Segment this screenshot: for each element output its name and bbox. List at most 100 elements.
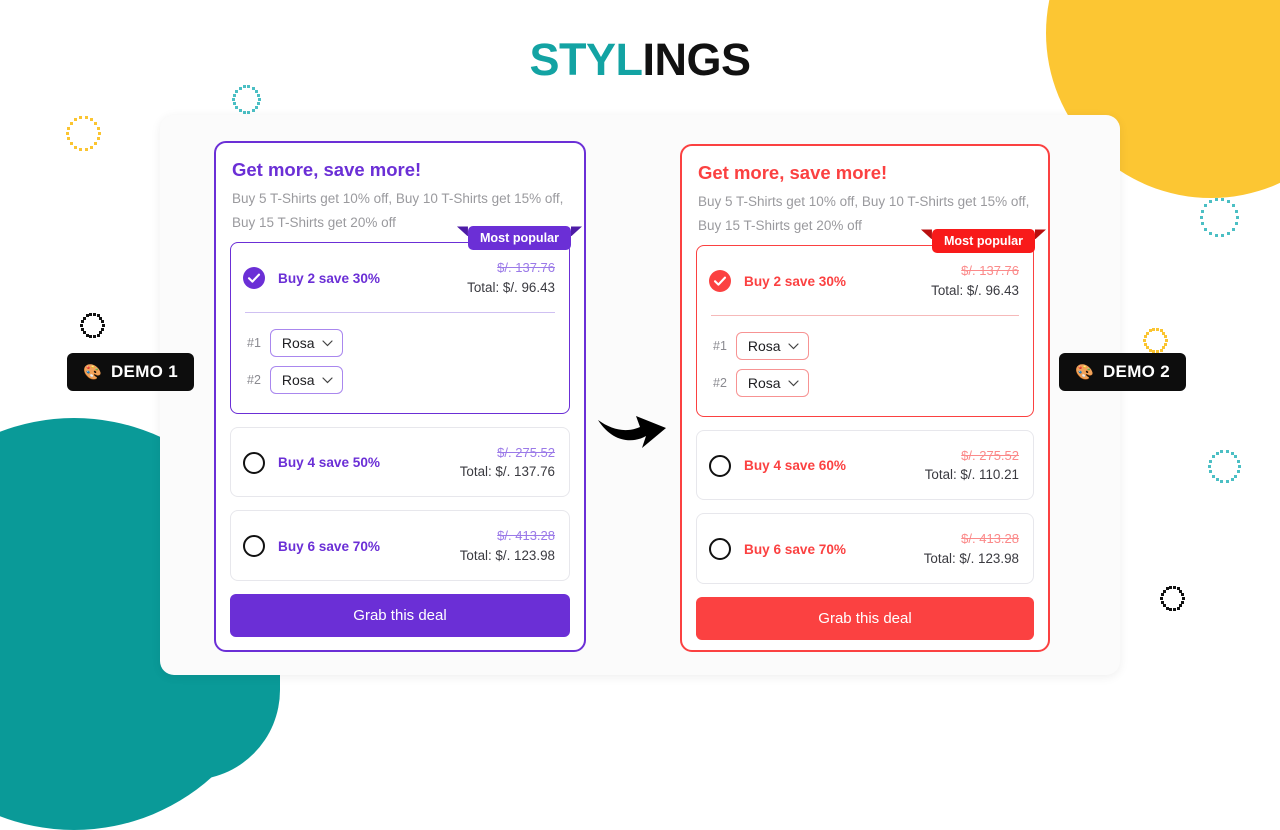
dot: [1215, 452, 1219, 455]
dot: [238, 109, 242, 113]
radio-unchecked-icon[interactable]: [709, 538, 731, 561]
variant-select[interactable]: Rosa: [735, 332, 809, 361]
dot: [257, 102, 261, 106]
dot: [89, 334, 93, 338]
price-total: Total: $/. 96.43: [931, 282, 1019, 298]
radio-unchecked-icon[interactable]: [243, 451, 265, 474]
dot: [84, 116, 88, 120]
palette-icon: 🎨: [83, 364, 102, 381]
demo-tag-1: 🎨 DEMO 1: [67, 353, 194, 391]
variant-select-value: Rosa: [747, 338, 781, 355]
offer-option-row[interactable]: Buy 6 save 70% $/. 413.28 Total: $/. 123.9…: [231, 511, 569, 579]
variant-select[interactable]: Rosa: [269, 366, 343, 395]
dot: [1211, 474, 1215, 478]
dot: [1234, 209, 1238, 213]
dot: [101, 320, 105, 324]
brand-part-2: INGS: [642, 34, 751, 85]
offer-option-label: Buy 6 save 70%: [744, 541, 847, 557]
dot: [232, 98, 235, 101]
dot: [74, 145, 77, 149]
dot: [254, 106, 258, 110]
radio-unchecked-icon[interactable]: [243, 535, 265, 558]
price-original: $/. 137.76: [497, 260, 555, 276]
offer-option[interactable]: Most popular Buy 2 save 30% $/. 137.76 Tota…: [230, 226, 582, 414]
dot: [1169, 607, 1173, 611]
offer-option-prices: $/. 137.76 Total: $/. 96.43: [931, 262, 1019, 299]
chevron-down-icon: [787, 380, 799, 387]
dot: [1159, 348, 1163, 352]
dot: [94, 121, 98, 125]
grab-this-deal-button[interactable]: Grab this deal: [230, 593, 570, 637]
dot: [1208, 470, 1212, 474]
dot: [102, 324, 105, 327]
offer-options-list: Most popular Buy 2 save 30% $/. 137.76 Tota…: [230, 226, 582, 581]
offer-options-list: Most popular Buy 2 save 30% $/. 137.76 Tota…: [696, 229, 1046, 584]
dot: [1231, 227, 1235, 231]
dot: [80, 324, 83, 327]
dot: [82, 316, 86, 320]
variant-select[interactable]: Rosa: [735, 369, 809, 398]
variant-index: #1: [247, 336, 261, 351]
dot: [90, 118, 93, 122]
dot: [1234, 222, 1238, 226]
dot: [1227, 200, 1230, 204]
ribbon-tail-right: [571, 226, 582, 237]
offer-option[interactable]: Buy 4 save 50% $/. 275.52 Total: $/. 137.7…: [230, 426, 570, 498]
dot: [99, 316, 103, 320]
offer-option-prices: $/. 275.52 Total: $/. 137.76: [460, 444, 555, 481]
curved-arrow-icon: [598, 416, 666, 448]
offer-option[interactable]: Most popular Buy 2 save 30% $/. 137.76 Tota…: [696, 229, 1046, 417]
dot: [1221, 198, 1225, 202]
dot: [98, 132, 101, 135]
offer-option-row[interactable]: Buy 2 save 30% $/. 137.76 Total: $/. 96.43: [231, 243, 569, 311]
radio-checked-icon[interactable]: [243, 267, 265, 290]
offer-option-prices: $/. 413.28 Total: $/. 123.98: [460, 527, 555, 564]
divider: [711, 314, 1019, 316]
radio-unchecked-icon[interactable]: [709, 454, 731, 477]
offer-option-label: Buy 4 save 50%: [278, 455, 381, 471]
variant-select[interactable]: Rosa: [269, 329, 343, 358]
radio-checked-icon[interactable]: [709, 270, 731, 293]
dot: [235, 89, 239, 93]
offer-option-row[interactable]: Buy 4 save 60% $/. 275.52 Total: $/. 110.2…: [697, 431, 1033, 499]
dot: [1176, 606, 1180, 610]
price-original: $/. 275.52: [497, 444, 555, 460]
offer-option-row[interactable]: Buy 4 save 50% $/. 275.52 Total: $/. 137.7…: [231, 428, 569, 496]
dot: [1220, 479, 1224, 483]
dot: [1160, 593, 1164, 597]
dot: [1201, 222, 1205, 226]
dot: [232, 102, 236, 106]
dot: [94, 142, 98, 146]
dot: [99, 331, 103, 335]
dot: [1200, 216, 1203, 219]
dot: [96, 333, 100, 337]
dot: [1143, 335, 1147, 339]
grab-this-deal-button[interactable]: Grab this deal: [696, 596, 1034, 640]
offer-option-row[interactable]: Buy 6 save 70% $/. 413.28 Total: $/. 123.9…: [697, 514, 1033, 582]
dot: [1238, 465, 1241, 468]
dot: [1162, 589, 1166, 593]
offer-option-row[interactable]: Buy 2 save 30% $/. 137.76 Total: $/. 96.43: [697, 246, 1033, 314]
panel-title: Get more, save more!: [232, 159, 422, 180]
dot: [1225, 479, 1229, 483]
variant-spacer: [697, 402, 1033, 416]
dot: [1204, 227, 1208, 231]
offer-option[interactable]: Buy 4 save 60% $/. 275.52 Total: $/. 110.2…: [696, 429, 1034, 501]
most-popular-badge-label: Most popular: [931, 229, 1035, 254]
dot: [232, 93, 236, 97]
offer-option[interactable]: Buy 6 save 70% $/. 413.28 Total: $/. 123.9…: [230, 510, 570, 581]
dot: [1169, 586, 1173, 590]
dot: [257, 93, 261, 97]
dot: [1225, 450, 1229, 454]
dot: [251, 109, 255, 113]
dot: [80, 320, 84, 324]
dot: [97, 137, 101, 141]
price-total: Total: $/. 110.21: [924, 467, 1019, 483]
dot: [1237, 470, 1241, 474]
chevron-down-icon: [321, 340, 333, 347]
offer-option[interactable]: Buy 6 save 70% $/. 413.28 Total: $/. 123.9…: [696, 513, 1034, 584]
most-popular-badge: Most popular: [920, 229, 1046, 254]
variant-row: #1 Rosa: [697, 328, 1033, 365]
dot: [1148, 329, 1152, 333]
dot: [1172, 586, 1176, 590]
